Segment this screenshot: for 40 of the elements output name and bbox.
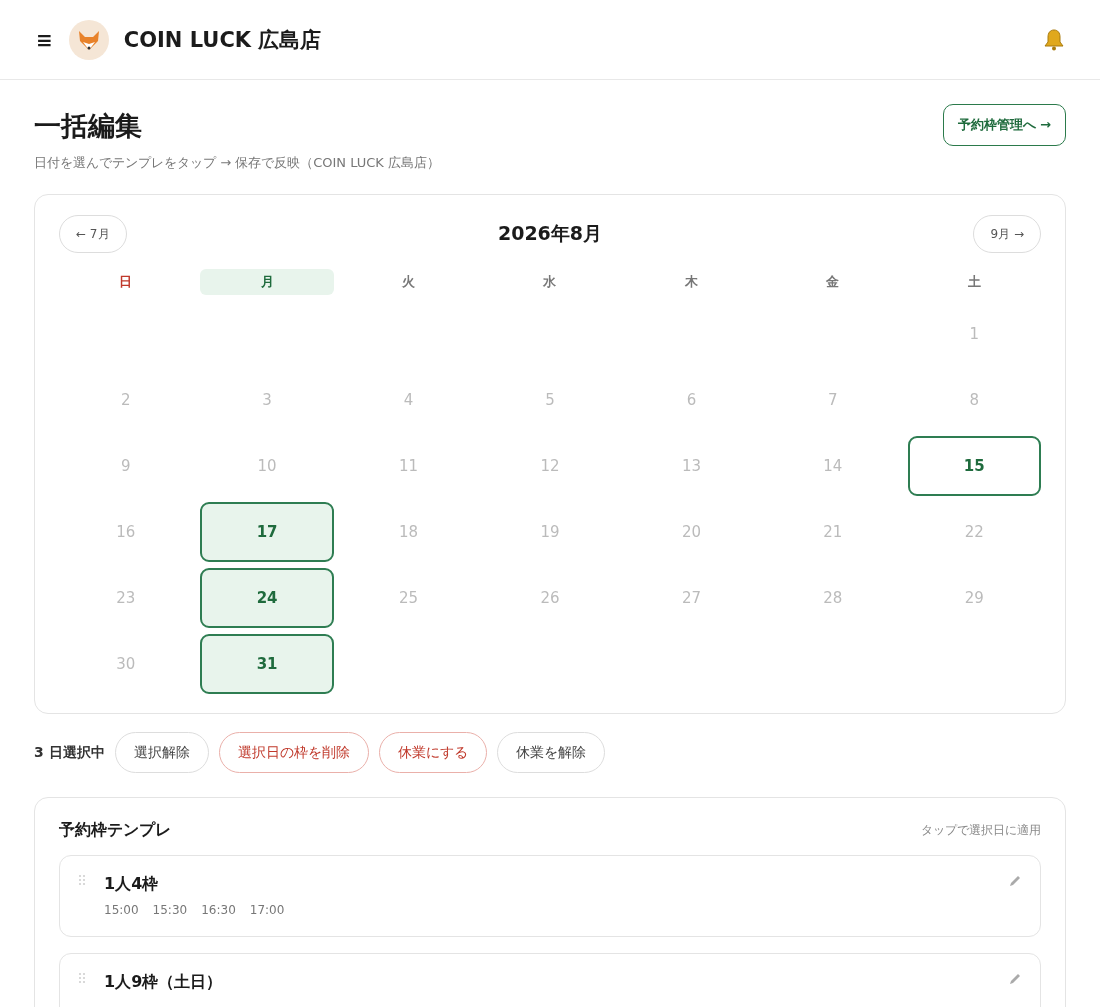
weekday-header[interactable]: 木 (624, 269, 759, 295)
weekday-header[interactable]: 金 (766, 269, 900, 295)
weekday-header[interactable]: 火 (341, 269, 476, 295)
calendar-day[interactable]: 24 (200, 568, 334, 628)
next-month-button[interactable]: 9月 → (973, 215, 1041, 253)
calendar-day[interactable]: 15 (907, 436, 1041, 496)
pencil-icon[interactable] (1008, 972, 1022, 986)
calendar-day[interactable]: 31 (200, 634, 334, 694)
template-item[interactable]: 1人9枠（土日） (59, 953, 1041, 1007)
slot-management-button[interactable]: 予約枠管理へ → (942, 104, 1066, 146)
selection-count: 3 日選択中 (34, 743, 105, 762)
bell-icon[interactable] (1042, 27, 1066, 52)
template-time: 15:30 (152, 903, 188, 917)
calendar-day[interactable]: 17 (200, 502, 334, 562)
menu-icon[interactable]: ≡ (36, 27, 53, 52)
weekday-header[interactable]: 水 (483, 269, 617, 295)
template-name: 1人4枠 (104, 874, 160, 895)
template-time: 15:00 (104, 903, 139, 917)
drag-handle-icon[interactable] (78, 874, 86, 886)
template-time: 16:30 (201, 903, 236, 917)
template-hint: タップで選択日に適用 (921, 822, 1041, 839)
action-button[interactable]: 休業にする (378, 732, 487, 773)
template-section-title: 予約枠テンプレ (59, 820, 171, 841)
drag-handle-icon[interactable] (78, 972, 86, 984)
weekday-header[interactable]: 土 (907, 269, 1041, 295)
fox-avatar-icon (68, 19, 109, 60)
prev-month-button[interactable]: ← 7月 (59, 215, 127, 253)
page-title: 一括編集 (34, 109, 143, 143)
action-button[interactable]: 休業を解除 (496, 732, 605, 773)
page-subtitle: 日付を選んでテンプレをタップ → 保存で反映（COIN LUCK 広島店） (34, 154, 440, 172)
weekday-header[interactable]: 月 (200, 269, 334, 295)
action-button[interactable]: 選択解除 (114, 732, 209, 773)
store-name: COIN LUCK 広島店 (123, 26, 323, 54)
weekday-header[interactable]: 日 (59, 269, 193, 295)
template-name: 1人9枠（土日） (104, 972, 224, 993)
template-time: 17:00 (249, 903, 285, 917)
template-item[interactable]: 1人4枠 15:00 15:30 16:30 17:00 (59, 855, 1041, 937)
pencil-icon[interactable] (1008, 874, 1022, 888)
month-title: 2026年8月 (497, 221, 603, 246)
action-button[interactable]: 選択日の枠を削除 (218, 732, 369, 773)
